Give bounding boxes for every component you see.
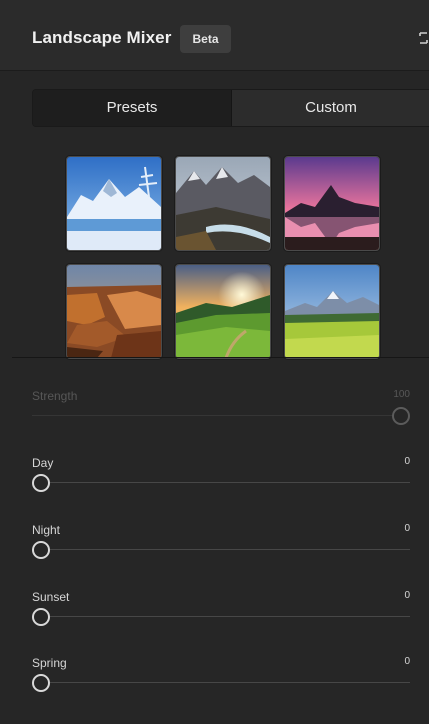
slider-spring: Spring 0: [32, 656, 412, 706]
slider-night: Night 0: [32, 523, 412, 573]
slider-knob[interactable]: [32, 541, 50, 559]
mountain-valley-image: [176, 157, 270, 250]
slider-value: 0: [404, 456, 410, 467]
preset-snowy-mountain-lake[interactable]: [66, 156, 162, 251]
slider-value: 100: [393, 389, 410, 400]
preset-alpine-meadow[interactable]: [284, 264, 380, 359]
slider-value: 0: [404, 656, 410, 667]
slider-track[interactable]: [32, 616, 410, 617]
tab-presets[interactable]: Presets: [33, 90, 232, 126]
adjustment-sliders: Strength 100 Day 0 Night 0 Sunset 0 Spri…: [0, 358, 429, 724]
tab-custom[interactable]: Custom: [232, 90, 429, 126]
panel-header: Landscape Mixer Beta: [0, 0, 429, 71]
preset-sunset-mountain-lake[interactable]: [284, 156, 380, 251]
panel-title: Landscape Mixer: [32, 28, 172, 47]
green-hills-image: [176, 265, 270, 358]
preset-mountain-valley-river[interactable]: [175, 156, 271, 251]
collapse-panel-icon[interactable]: [418, 30, 429, 46]
slider-label: Night: [32, 523, 61, 537]
slider-label: Day: [32, 456, 54, 470]
slider-value: 0: [404, 523, 410, 534]
mode-tabs: Presets Custom: [32, 89, 429, 127]
slider-strength: Strength 100: [32, 389, 412, 439]
slider-track[interactable]: [32, 682, 410, 683]
slider-label: Sunset: [32, 590, 70, 604]
beta-badge: Beta: [180, 25, 231, 53]
slider-sunset: Sunset 0: [32, 590, 412, 640]
snowy-mountain-lake-image: [67, 157, 161, 250]
slider-knob[interactable]: [32, 674, 50, 692]
slider-knob[interactable]: [32, 608, 50, 626]
preset-green-hills-sunrise[interactable]: [175, 264, 271, 359]
slider-label: Spring: [32, 656, 67, 670]
slider-value: 0: [404, 590, 410, 601]
landscape-mixer-panel: Landscape Mixer Beta Presets Custom Stre…: [0, 0, 429, 724]
slider-knob[interactable]: [392, 407, 410, 425]
slider-label: Strength: [32, 389, 78, 403]
slider-knob[interactable]: [32, 474, 50, 492]
slider-track[interactable]: [32, 415, 410, 416]
canyon-image: [67, 265, 161, 358]
sunset-lake-image: [285, 157, 379, 250]
slider-day: Day 0: [32, 456, 412, 506]
slider-track[interactable]: [32, 549, 410, 550]
preset-canyon[interactable]: [66, 264, 162, 359]
slider-track[interactable]: [32, 482, 410, 483]
alpine-meadow-image: [285, 265, 379, 358]
